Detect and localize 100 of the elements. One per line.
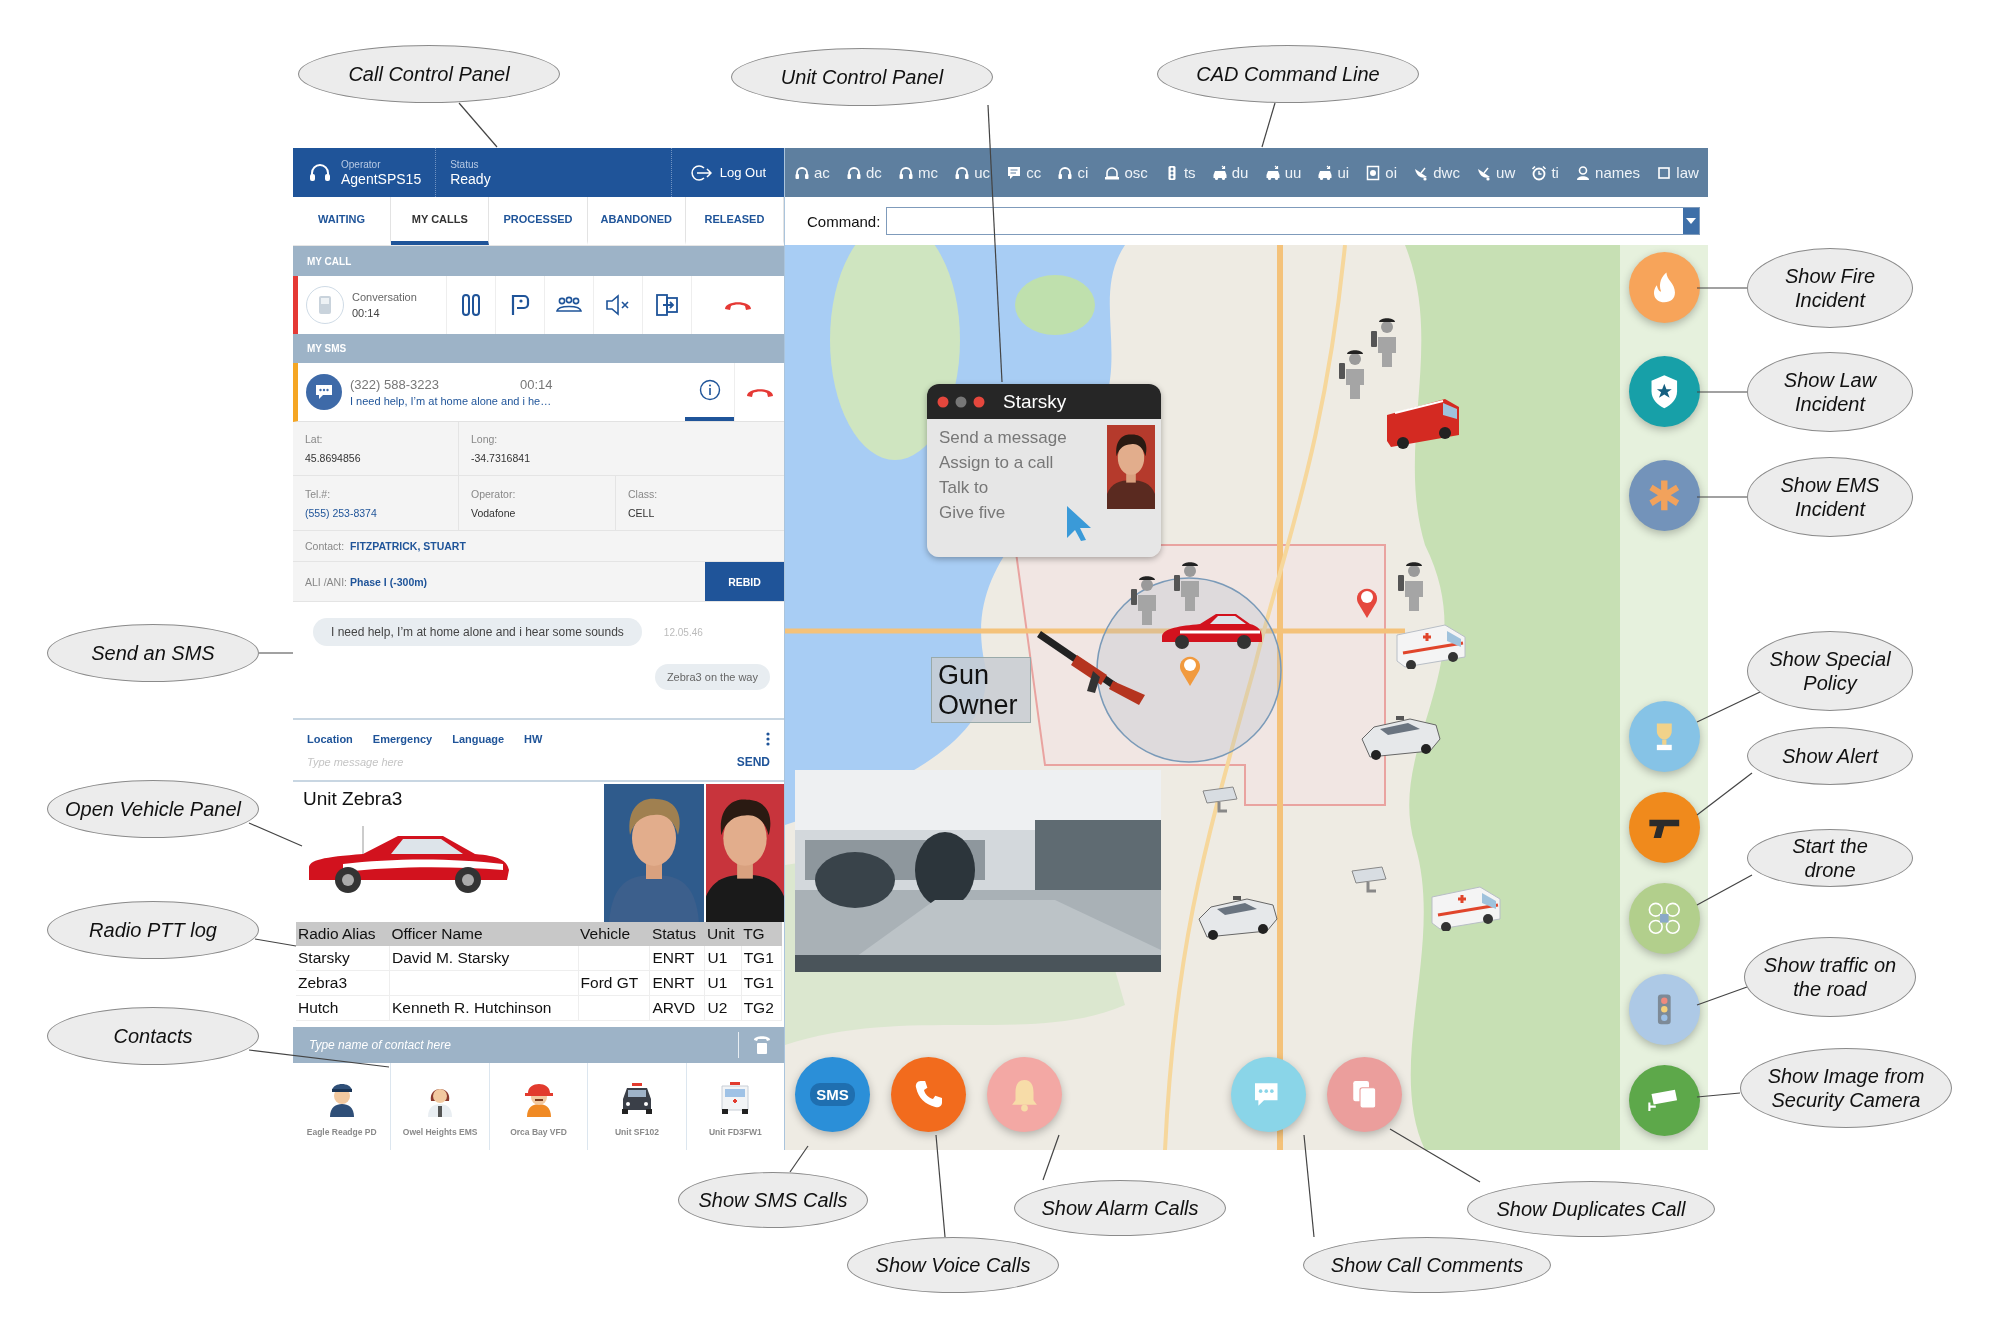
leader-line (254, 938, 297, 947)
headset-icon (954, 164, 971, 181)
callout-label: Start the drone (1747, 829, 1913, 887)
callout-label: Show Alarm Calls (1014, 1180, 1226, 1236)
table-cell: U1 (707, 949, 728, 966)
parking-icon (510, 293, 530, 317)
contact-search-input[interactable]: Type name of contact here (307, 1037, 738, 1053)
alarm-clock-icon (1531, 164, 1548, 181)
toolbar-button[interactable]: dwc (1412, 162, 1461, 183)
callout-label: Show Alert (1747, 727, 1913, 785)
callout-label: Show Call Comments (1303, 1237, 1551, 1293)
table-cell: U1 (707, 974, 728, 991)
leader-line (789, 1145, 809, 1173)
table-cell: ENRT (652, 949, 695, 966)
quick-tab[interactable]: HW (524, 732, 543, 745)
toolbar-button[interactable]: ci (1056, 162, 1090, 183)
toolbar-button[interactable]: uc (953, 162, 992, 183)
speech-bubble-icon (1006, 164, 1023, 181)
leader-line (258, 652, 294, 654)
callout-label: Radio PTT log (47, 901, 259, 959)
field-label: Class: (628, 487, 659, 500)
quick-tab[interactable]: Language (452, 732, 505, 745)
chat-icon (315, 384, 333, 400)
callout-label: Send an SMS (47, 624, 259, 682)
column-header: Unit (704, 922, 742, 946)
field-label: Long: (471, 433, 499, 445)
leader-line (1696, 986, 1748, 1006)
field-label: Tel.#: (305, 487, 332, 500)
info-icon (698, 379, 721, 401)
operator-name: AgentSPS15 (341, 170, 422, 187)
leader-line (1696, 772, 1753, 816)
toolbar-button[interactable]: uw (1475, 162, 1517, 183)
callout-label: CAD Command Line (1157, 45, 1419, 103)
toolbar-button[interactable]: law (1655, 162, 1700, 183)
headset-icon (309, 161, 331, 184)
field-label: Lat: (305, 433, 324, 445)
call-duration: 00:14 (352, 307, 381, 319)
callout-label: Show EMS Incident (1747, 457, 1913, 537)
toolbar-button[interactable]: ui (1316, 162, 1351, 183)
field-label: Operator: (471, 487, 517, 500)
table-cell: David M. Starsky (392, 949, 510, 966)
sms-time: 00:14 (520, 377, 553, 392)
toolbar-button[interactable]: ts (1162, 162, 1197, 183)
callout-label: Show Duplicates Call (1467, 1181, 1715, 1237)
toolbar-button[interactable]: ac (793, 162, 831, 183)
toolbar-button[interactable]: ti (1530, 162, 1560, 183)
status-label: Status (450, 158, 480, 170)
toolbar-button[interactable]: mc (897, 162, 940, 183)
square-icon (1656, 164, 1673, 181)
mute-icon (605, 294, 631, 316)
table-cell: Hutch (298, 999, 339, 1016)
section-header: MY SMS (293, 334, 784, 363)
toolbar-button[interactable]: oi (1364, 162, 1399, 183)
callout-label: Show Special Policy (1747, 631, 1913, 711)
message-bubble: Zebra3 on the way (654, 664, 770, 690)
table-cell: Zebra3 (298, 974, 348, 991)
column-header: TG (741, 922, 782, 946)
callout-label: Unit Control Panel (731, 48, 993, 106)
table-cell: Starsky (298, 949, 350, 966)
group-icon (556, 296, 582, 314)
quick-tab[interactable]: Location (307, 732, 353, 745)
siren-icon (1104, 164, 1121, 181)
table-cell: TG1 (743, 974, 774, 991)
field-label: ALI /ANI: (305, 575, 347, 588)
callout-label: Open Vehicle Panel (47, 780, 259, 838)
toolbar-button[interactable]: names (1574, 162, 1642, 183)
toolbar-button[interactable]: osc (1103, 162, 1149, 183)
toolbar-button[interactable]: dc (845, 162, 883, 183)
field-value: Vodafone (471, 506, 517, 519)
headset-icon (1057, 164, 1074, 181)
tab[interactable]: MY CALLS (391, 197, 490, 245)
dropdown-button[interactable] (1683, 208, 1699, 234)
call-state: Conversation (352, 291, 417, 303)
toolbar-button[interactable]: du (1210, 162, 1250, 183)
document-icon (1365, 164, 1382, 181)
callout-label: Show traffic on the road (1744, 937, 1916, 1017)
leader-line (1696, 287, 1748, 289)
leader-line (248, 822, 303, 847)
field-value: 45.8694856 (305, 452, 362, 464)
table-cell: TG1 (743, 949, 774, 966)
table-cell: ENRT (652, 974, 695, 991)
sms-preview: I need help, I’m at home alone and i he… (350, 395, 553, 407)
toolbar-button[interactable]: cc (1005, 162, 1043, 183)
transfer-icon (655, 293, 679, 317)
send-button[interactable]: SEND (736, 754, 770, 769)
callout-label: Show SMS Calls (678, 1172, 868, 1228)
status-value: Ready (450, 170, 491, 187)
table-cell: U2 (707, 999, 728, 1016)
caret-icon (1686, 218, 1696, 224)
quick-tab[interactable]: Emergency (372, 732, 433, 745)
pause-icon (461, 293, 481, 317)
unit-title: Unit Zebra3 (303, 788, 404, 810)
section-header: MY CALL (293, 246, 784, 276)
toolbar-button[interactable]: uu (1263, 162, 1303, 183)
contact-search-field[interactable]: Type name of contact here (293, 1027, 784, 1063)
sms-number: (322) 588-3223 (350, 377, 440, 392)
message-input[interactable]: Type message here (307, 755, 737, 768)
headset-icon (898, 164, 915, 181)
table-cell: Kenneth R. Hutchinson (392, 999, 552, 1016)
rebid-button[interactable]: REBID (705, 562, 784, 601)
